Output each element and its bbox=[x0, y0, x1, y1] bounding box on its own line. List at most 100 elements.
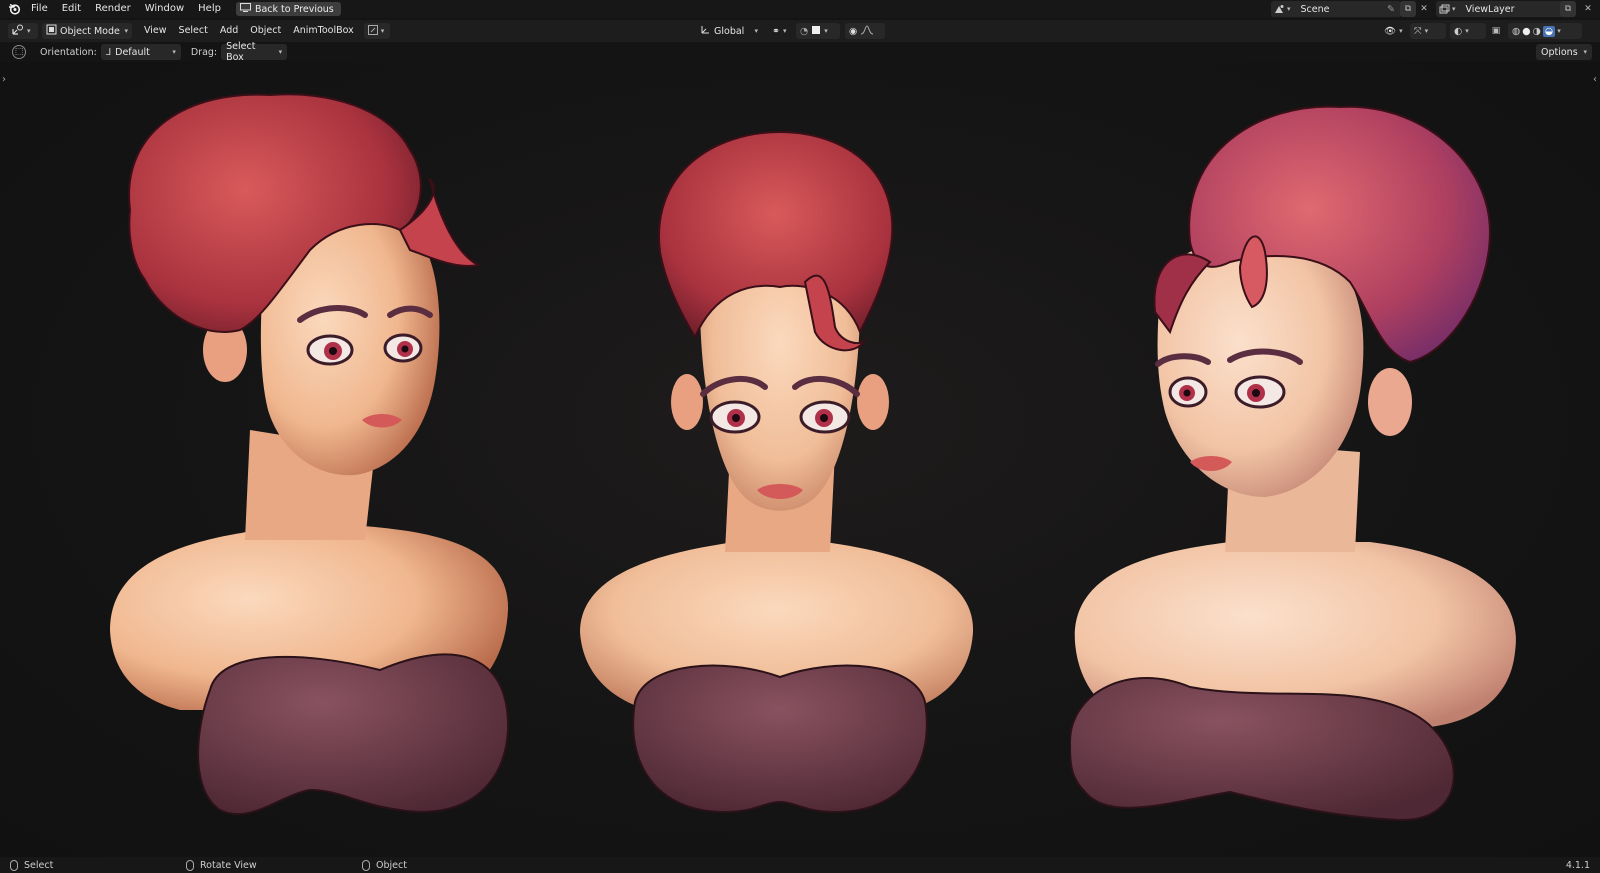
chevron-down-icon: ▾ bbox=[1424, 27, 1429, 35]
gizmo-dropdown[interactable]: ▾ bbox=[363, 23, 390, 39]
pin-icon[interactable]: ✎ bbox=[1387, 4, 1401, 15]
shading-mode-group[interactable]: ◍ ● ◑ ◒ ▾ bbox=[1508, 23, 1582, 39]
chevron-down-icon: ▾ bbox=[124, 27, 128, 35]
editor-type-button[interactable]: ▾ bbox=[8, 23, 38, 39]
new-viewlayer-icon[interactable]: ⧉ bbox=[1560, 1, 1576, 17]
chevron-down-icon: ▾ bbox=[1399, 27, 1403, 35]
orientation-label: Global bbox=[714, 25, 745, 37]
chevron-down-icon: ▾ bbox=[27, 27, 31, 35]
link-icon: ⚭ bbox=[772, 25, 780, 37]
menu-render[interactable]: Render bbox=[88, 0, 138, 18]
status-object: Object bbox=[362, 859, 407, 871]
back-to-previous-button[interactable]: Back to Previous bbox=[235, 2, 341, 16]
proportional-edit-controls[interactable]: ◉ bbox=[845, 23, 885, 39]
gizmo-toggle[interactable]: ⤧ ▾ bbox=[1410, 23, 1446, 39]
close-scene-icon[interactable]: ✕ bbox=[1416, 1, 1432, 17]
chevron-down-icon: ▾ bbox=[1287, 5, 1291, 13]
chevron-down-icon: ▾ bbox=[380, 27, 385, 35]
viewlayer-selector[interactable]: ▾ ViewLayer bbox=[1436, 1, 1566, 17]
eye-icon: 👁 bbox=[1384, 25, 1397, 37]
viewport-header: ▾ Object Mode ▾ View Select Add Object A… bbox=[0, 20, 1600, 42]
object-mode-icon bbox=[46, 24, 57, 38]
drag-label: Drag: bbox=[190, 46, 218, 58]
orientation-value: Default bbox=[115, 46, 150, 58]
blender-logo-icon[interactable] bbox=[4, 0, 24, 18]
top-bar: File Edit Render Window Help Back to Pre… bbox=[0, 0, 1600, 18]
visibility-dropdown[interactable]: 👁 ▾ bbox=[1380, 23, 1408, 39]
options-dropdown[interactable]: Options ▾ bbox=[1536, 44, 1592, 60]
chevron-down-icon: ▾ bbox=[172, 48, 176, 56]
pivot-dropdown[interactable]: ⚭ ▾ bbox=[768, 23, 794, 39]
viewlayer-icon bbox=[1436, 1, 1452, 17]
chevron-down-icon: ▾ bbox=[1452, 5, 1456, 13]
chevron-down-icon: ▾ bbox=[824, 27, 828, 35]
options-label: Options bbox=[1541, 46, 1578, 58]
menu-edit[interactable]: Edit bbox=[55, 0, 88, 18]
menu-object[interactable]: Object bbox=[244, 20, 287, 42]
xray-icon[interactable]: ▣ bbox=[1488, 23, 1504, 39]
status-select-label: Select bbox=[24, 859, 54, 871]
gizmo-icon: ⤧ bbox=[1414, 25, 1422, 37]
mouse-right-icon bbox=[362, 859, 370, 871]
character-bust-right bbox=[1070, 105, 1516, 822]
mode-label: Object Mode bbox=[60, 25, 120, 37]
status-object-label: Object bbox=[376, 859, 407, 871]
3d-viewport[interactable]: › ‹ bbox=[0, 62, 1600, 857]
menu-help[interactable]: Help bbox=[191, 0, 228, 18]
chevron-down-icon: ▾ bbox=[1583, 48, 1587, 56]
snap-controls[interactable]: ◔ ▾ bbox=[796, 23, 840, 39]
proportional-edit-icon[interactable]: ◉ bbox=[849, 26, 857, 37]
frame-icon bbox=[367, 24, 378, 38]
orientation-label: Orientation: bbox=[40, 46, 97, 58]
snap-magnet-icon[interactable]: ◔ bbox=[800, 26, 808, 37]
snap-target-icon[interactable] bbox=[811, 25, 821, 38]
menu-window[interactable]: Window bbox=[138, 0, 191, 18]
chevron-down-icon: ▾ bbox=[278, 48, 283, 56]
orientation-dropdown[interactable]: ⅃ Default ▾ bbox=[100, 44, 181, 60]
version-label: 4.1.1 bbox=[1566, 860, 1590, 871]
character-bust-center bbox=[580, 130, 974, 814]
status-rotate-label: Rotate View bbox=[200, 859, 257, 871]
tool-settings-bar: ⬚ Orientation: ⅃ Default ▾ Drag: Select … bbox=[0, 41, 1600, 63]
wireframe-shading-icon[interactable]: ◍ bbox=[1512, 26, 1520, 37]
mode-selector[interactable]: Object Mode ▾ bbox=[42, 23, 132, 39]
transform-orientation-dropdown[interactable]: Global ▾ bbox=[696, 23, 762, 39]
monitor-icon bbox=[239, 3, 251, 15]
mouse-left-icon bbox=[10, 859, 18, 871]
character-bust-left bbox=[110, 93, 510, 816]
orientation-icon bbox=[700, 24, 711, 38]
new-scene-icon[interactable]: ⧉ bbox=[1400, 1, 1416, 17]
material-shading-icon[interactable]: ◑ bbox=[1533, 26, 1541, 37]
axes-icon: ⅃ bbox=[105, 46, 112, 58]
drag-value: Select Box bbox=[226, 41, 256, 63]
chevron-down-icon: ▾ bbox=[754, 27, 758, 35]
menu-select[interactable]: Select bbox=[173, 20, 214, 42]
overlay-toggle[interactable]: ◐ ▾ bbox=[1450, 23, 1486, 39]
menu-file[interactable]: File bbox=[24, 0, 55, 18]
viewlayer-name[interactable]: ViewLayer bbox=[1466, 4, 1515, 15]
back-to-previous-label: Back to Previous bbox=[254, 3, 334, 15]
scene-icon bbox=[1271, 1, 1287, 17]
falloff-curve-icon[interactable] bbox=[860, 24, 874, 38]
menu-view[interactable]: View bbox=[138, 20, 173, 42]
version-number: 4.1.1 bbox=[1565, 859, 1590, 871]
overlay-icon: ◐ bbox=[1454, 25, 1463, 37]
chevron-down-icon: ▾ bbox=[1557, 27, 1561, 35]
status-bar: Select Rotate View Object 4.1.1 bbox=[0, 857, 1600, 873]
mouse-middle-icon bbox=[186, 859, 194, 871]
menu-animtoolbox[interactable]: AnimToolBox bbox=[287, 20, 360, 42]
drag-dropdown[interactable]: Select Box ▾ bbox=[221, 41, 288, 63]
menu-add[interactable]: Add bbox=[214, 20, 244, 42]
solid-shading-icon[interactable]: ● bbox=[1522, 26, 1530, 37]
scene-name[interactable]: Scene bbox=[1301, 4, 1330, 15]
view3d-icon bbox=[12, 24, 24, 38]
scene-selector[interactable]: ▾ Scene ✎ bbox=[1271, 1, 1401, 17]
chevron-down-icon: ▾ bbox=[782, 27, 787, 35]
sidebar-expand-icon[interactable]: ‹ bbox=[1593, 74, 1597, 85]
rendered-shading-icon[interactable]: ◒ bbox=[1542, 25, 1556, 37]
chevron-down-icon: ▾ bbox=[1465, 27, 1469, 35]
select-tool-icon[interactable]: ⬚ bbox=[12, 45, 26, 59]
status-rotate-view: Rotate View bbox=[186, 859, 257, 871]
close-viewlayer-icon[interactable]: ✕ bbox=[1580, 1, 1596, 17]
toolbar-expand-icon[interactable]: › bbox=[2, 74, 6, 85]
